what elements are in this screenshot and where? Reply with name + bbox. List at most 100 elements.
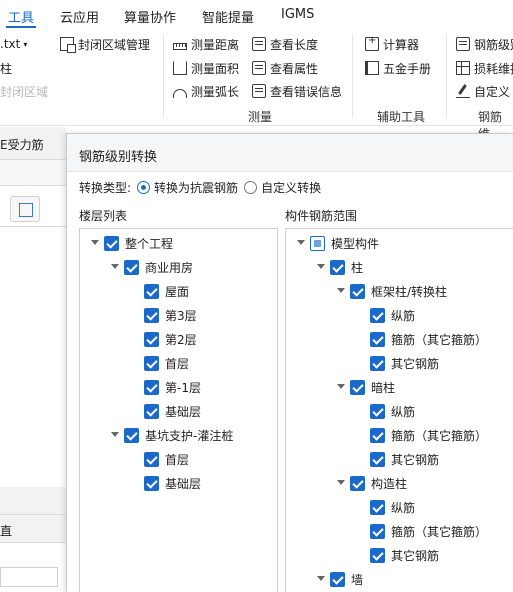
view-errors-icon: [252, 84, 266, 98]
component-node[interactable]: 框架柱/转换柱: [336, 280, 447, 302]
floor-node[interactable]: 屋面: [130, 280, 189, 302]
calculator-label: 计算器: [383, 37, 420, 52]
ribbon-left-row3[interactable]: 封闭区域: [0, 81, 48, 101]
component-label: 暗柱: [371, 380, 396, 395]
component-checkbox[interactable]: [370, 307, 385, 323]
file-dropdown[interactable]: .txt ▾: [0, 34, 27, 54]
calculator-button[interactable]: 计算器: [365, 34, 419, 54]
component-checkbox[interactable]: [370, 331, 385, 347]
component-node[interactable]: 纵筋: [356, 304, 415, 326]
floor-node[interactable]: 首层: [130, 448, 189, 470]
component-checkbox[interactable]: [370, 451, 385, 467]
floor-checkbox[interactable]: [144, 403, 159, 419]
floor-checkbox[interactable]: [144, 379, 159, 395]
chevron-down-icon[interactable]: [110, 430, 120, 440]
floor-label: 屋面: [165, 284, 190, 299]
component-node[interactable]: 其它钢筋: [356, 352, 439, 374]
chevron-down-icon[interactable]: [336, 382, 346, 392]
component-checkbox[interactable]: [370, 499, 385, 515]
view-attributes-icon: [252, 61, 266, 75]
floor-node[interactable]: 基础层: [130, 472, 201, 494]
floor-checkbox[interactable]: [124, 427, 139, 443]
component-node[interactable]: 墙: [316, 568, 363, 590]
component-checkbox[interactable]: [370, 547, 385, 563]
loss-maintenance-button[interactable]: 损耗维护: [456, 58, 513, 78]
component-checkbox[interactable]: [370, 427, 385, 443]
floor-checkbox[interactable]: [144, 331, 159, 347]
view-errors-button[interactable]: 查看错误信息: [252, 81, 342, 101]
view-attributes-button[interactable]: 查看属性: [252, 58, 318, 78]
floor-node[interactable]: 第-1层: [130, 376, 201, 398]
component-checkbox[interactable]: [310, 235, 325, 251]
floor-node[interactable]: 基坑支护-灌注桩: [110, 424, 233, 446]
component-checkbox[interactable]: [330, 571, 345, 587]
ribbon-left-row2[interactable]: 柱: [0, 58, 12, 78]
menu-cloud-app[interactable]: 云应用: [60, 7, 99, 26]
chevron-down-icon[interactable]: [336, 478, 346, 488]
region-icon: [60, 37, 76, 53]
floor-checkbox[interactable]: [144, 283, 159, 299]
floor-checkbox[interactable]: [124, 259, 139, 275]
floor-node[interactable]: 第2层: [130, 328, 197, 350]
radio-custom-label[interactable]: 自定义转换: [261, 179, 321, 196]
radio-seismic-label[interactable]: 转换为抗震钢筋: [154, 179, 238, 196]
component-node[interactable]: 箍筋（其它箍筋）: [356, 328, 487, 350]
floor-checkbox[interactable]: [144, 451, 159, 467]
chevron-down-icon[interactable]: [336, 286, 346, 296]
floor-checkbox[interactable]: [144, 475, 159, 491]
custom-button[interactable]: 自定义: [456, 81, 510, 101]
view-length-button[interactable]: 查看长度: [252, 34, 318, 54]
left-panel-value-field[interactable]: [0, 567, 58, 587]
left-panel-grid-header: [0, 487, 66, 515]
chevron-down-icon[interactable]: [90, 238, 100, 248]
rebar-level-button[interactable]: 钢筋级别: [456, 34, 513, 54]
floor-checkbox[interactable]: [104, 235, 119, 251]
component-checkbox[interactable]: [330, 259, 345, 275]
closed-region-button[interactable]: 封闭区域管理: [60, 34, 150, 54]
floor-node[interactable]: 基础层: [130, 400, 201, 422]
component-node[interactable]: 其它钢筋: [356, 544, 439, 566]
component-node[interactable]: 构造柱: [336, 472, 407, 494]
component-checkbox[interactable]: [350, 379, 365, 395]
measure-distance-button[interactable]: 测量距离: [173, 34, 239, 54]
component-node[interactable]: 箍筋（其它箍筋）: [356, 424, 487, 446]
component-node[interactable]: 模型构件: [296, 232, 379, 254]
menu-tools[interactable]: 工具: [8, 7, 34, 26]
component-node[interactable]: 柱: [316, 256, 363, 278]
floor-checkbox[interactable]: [144, 307, 159, 323]
chevron-down-icon[interactable]: [110, 262, 120, 272]
component-checkbox[interactable]: [350, 283, 365, 299]
menu-collab[interactable]: 算量协作: [124, 7, 176, 26]
chevron-down-icon[interactable]: [316, 574, 326, 584]
measure-area-button[interactable]: 测量面积: [173, 58, 239, 78]
floor-checkbox[interactable]: [144, 355, 159, 371]
menu-igms[interactable]: IGMS: [281, 7, 314, 22]
floor-node[interactable]: 首层: [130, 352, 189, 374]
component-checkbox[interactable]: [370, 355, 385, 371]
hardware-manual-button[interactable]: 五金手册: [365, 58, 431, 78]
component-node[interactable]: 暗柱: [336, 376, 395, 398]
menu-smart-extract[interactable]: 智能提量: [202, 7, 254, 26]
measure-arc-button[interactable]: 测量弧长: [173, 81, 239, 101]
component-node[interactable]: 其它钢筋: [356, 448, 439, 470]
chevron-down-icon[interactable]: [296, 238, 306, 248]
floor-node[interactable]: 商业用房: [110, 256, 193, 278]
active-tab-indicator: [6, 26, 36, 28]
radio-custom[interactable]: [244, 180, 258, 194]
component-node[interactable]: 纵筋: [356, 400, 415, 422]
radio-seismic[interactable]: [137, 180, 151, 194]
floor-node[interactable]: 第3层: [130, 304, 197, 326]
component-label: 箍筋（其它箍筋）: [391, 524, 488, 539]
component-tree: 模型构件柱框架柱/转换柱 纵筋 箍筋（其它箍筋） 其它钢筋 暗柱 纵筋 箍筋（其它箍筋） 其它…: [285, 228, 513, 592]
component-checkbox[interactable]: [350, 475, 365, 491]
floor-node[interactable]: 整个工程: [90, 232, 173, 254]
component-checkbox[interactable]: [370, 523, 385, 539]
component-checkbox[interactable]: [370, 403, 385, 419]
select-region-button[interactable]: [10, 196, 40, 222]
ribbon-divider: [163, 34, 164, 118]
component-node[interactable]: 纵筋: [356, 496, 415, 518]
component-node[interactable]: 箍筋（其它箍筋）: [356, 520, 487, 542]
chevron-down-icon[interactable]: [316, 262, 326, 272]
